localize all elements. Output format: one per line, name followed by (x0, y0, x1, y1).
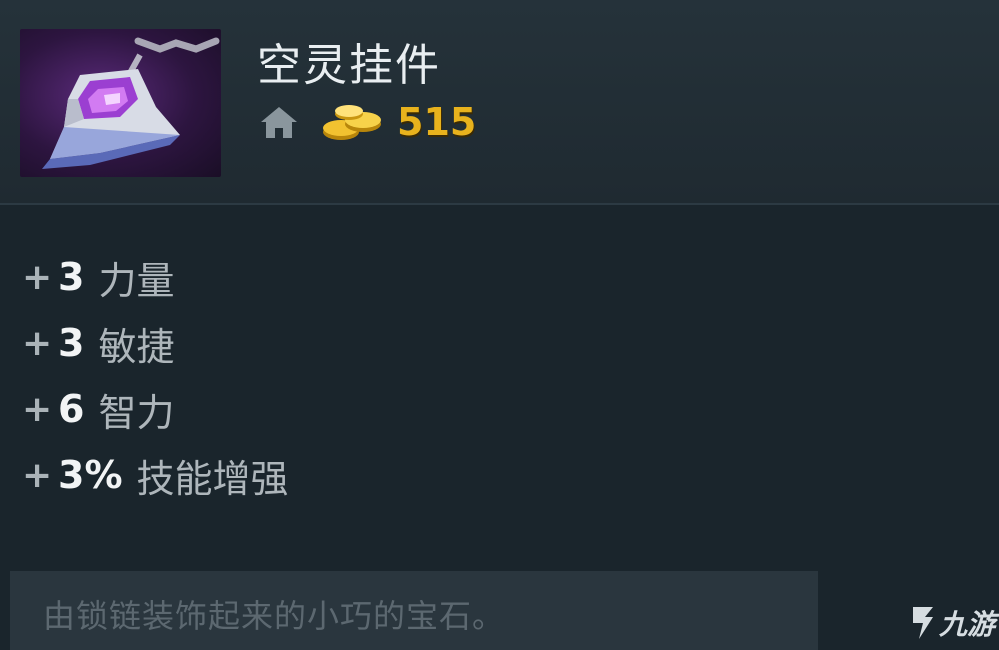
stat-list: + 3 力量 + 3 敏捷 + 6 智力 + 3% 技能增强 (22, 244, 289, 508)
watermark-logo-icon (913, 607, 933, 639)
stat-value: 3% (58, 453, 123, 497)
stat-label: 力量 (98, 258, 175, 303)
stat-label: 技能增强 (136, 456, 289, 501)
stat-row-agility: + 3 敏捷 (22, 310, 289, 376)
lore-box: 由锁链装饰起来的小巧的宝石。 (10, 571, 818, 650)
stat-value: 3 (58, 321, 85, 365)
stat-row-intelligence: + 6 智力 (22, 376, 289, 442)
home-shop-icon (261, 107, 297, 138)
cost-row: 515 (259, 100, 476, 144)
stat-plus: + (22, 322, 53, 364)
watermark: 九游 (907, 600, 995, 646)
stat-plus: + (22, 256, 53, 298)
stat-value: 3 (58, 255, 85, 299)
stat-row-spell-amp: + 3% 技能增强 (22, 442, 289, 508)
stat-label: 智力 (98, 390, 175, 435)
gold-coins-icon (323, 105, 381, 140)
lore-text: 由锁链装饰起来的小巧的宝石。 (43, 597, 506, 635)
item-name: 空灵挂件 (257, 40, 441, 91)
item-cost: 515 (397, 100, 477, 144)
stat-row-strength: + 3 力量 (22, 244, 289, 310)
watermark-text: 九游 (939, 608, 996, 641)
item-image-pendant-icon (20, 29, 221, 177)
stat-value: 6 (58, 387, 85, 431)
stat-label: 敏捷 (98, 324, 175, 369)
stat-plus: + (22, 454, 53, 496)
item-header: 空灵挂件 515 (0, 0, 999, 205)
stat-plus: + (22, 388, 53, 430)
